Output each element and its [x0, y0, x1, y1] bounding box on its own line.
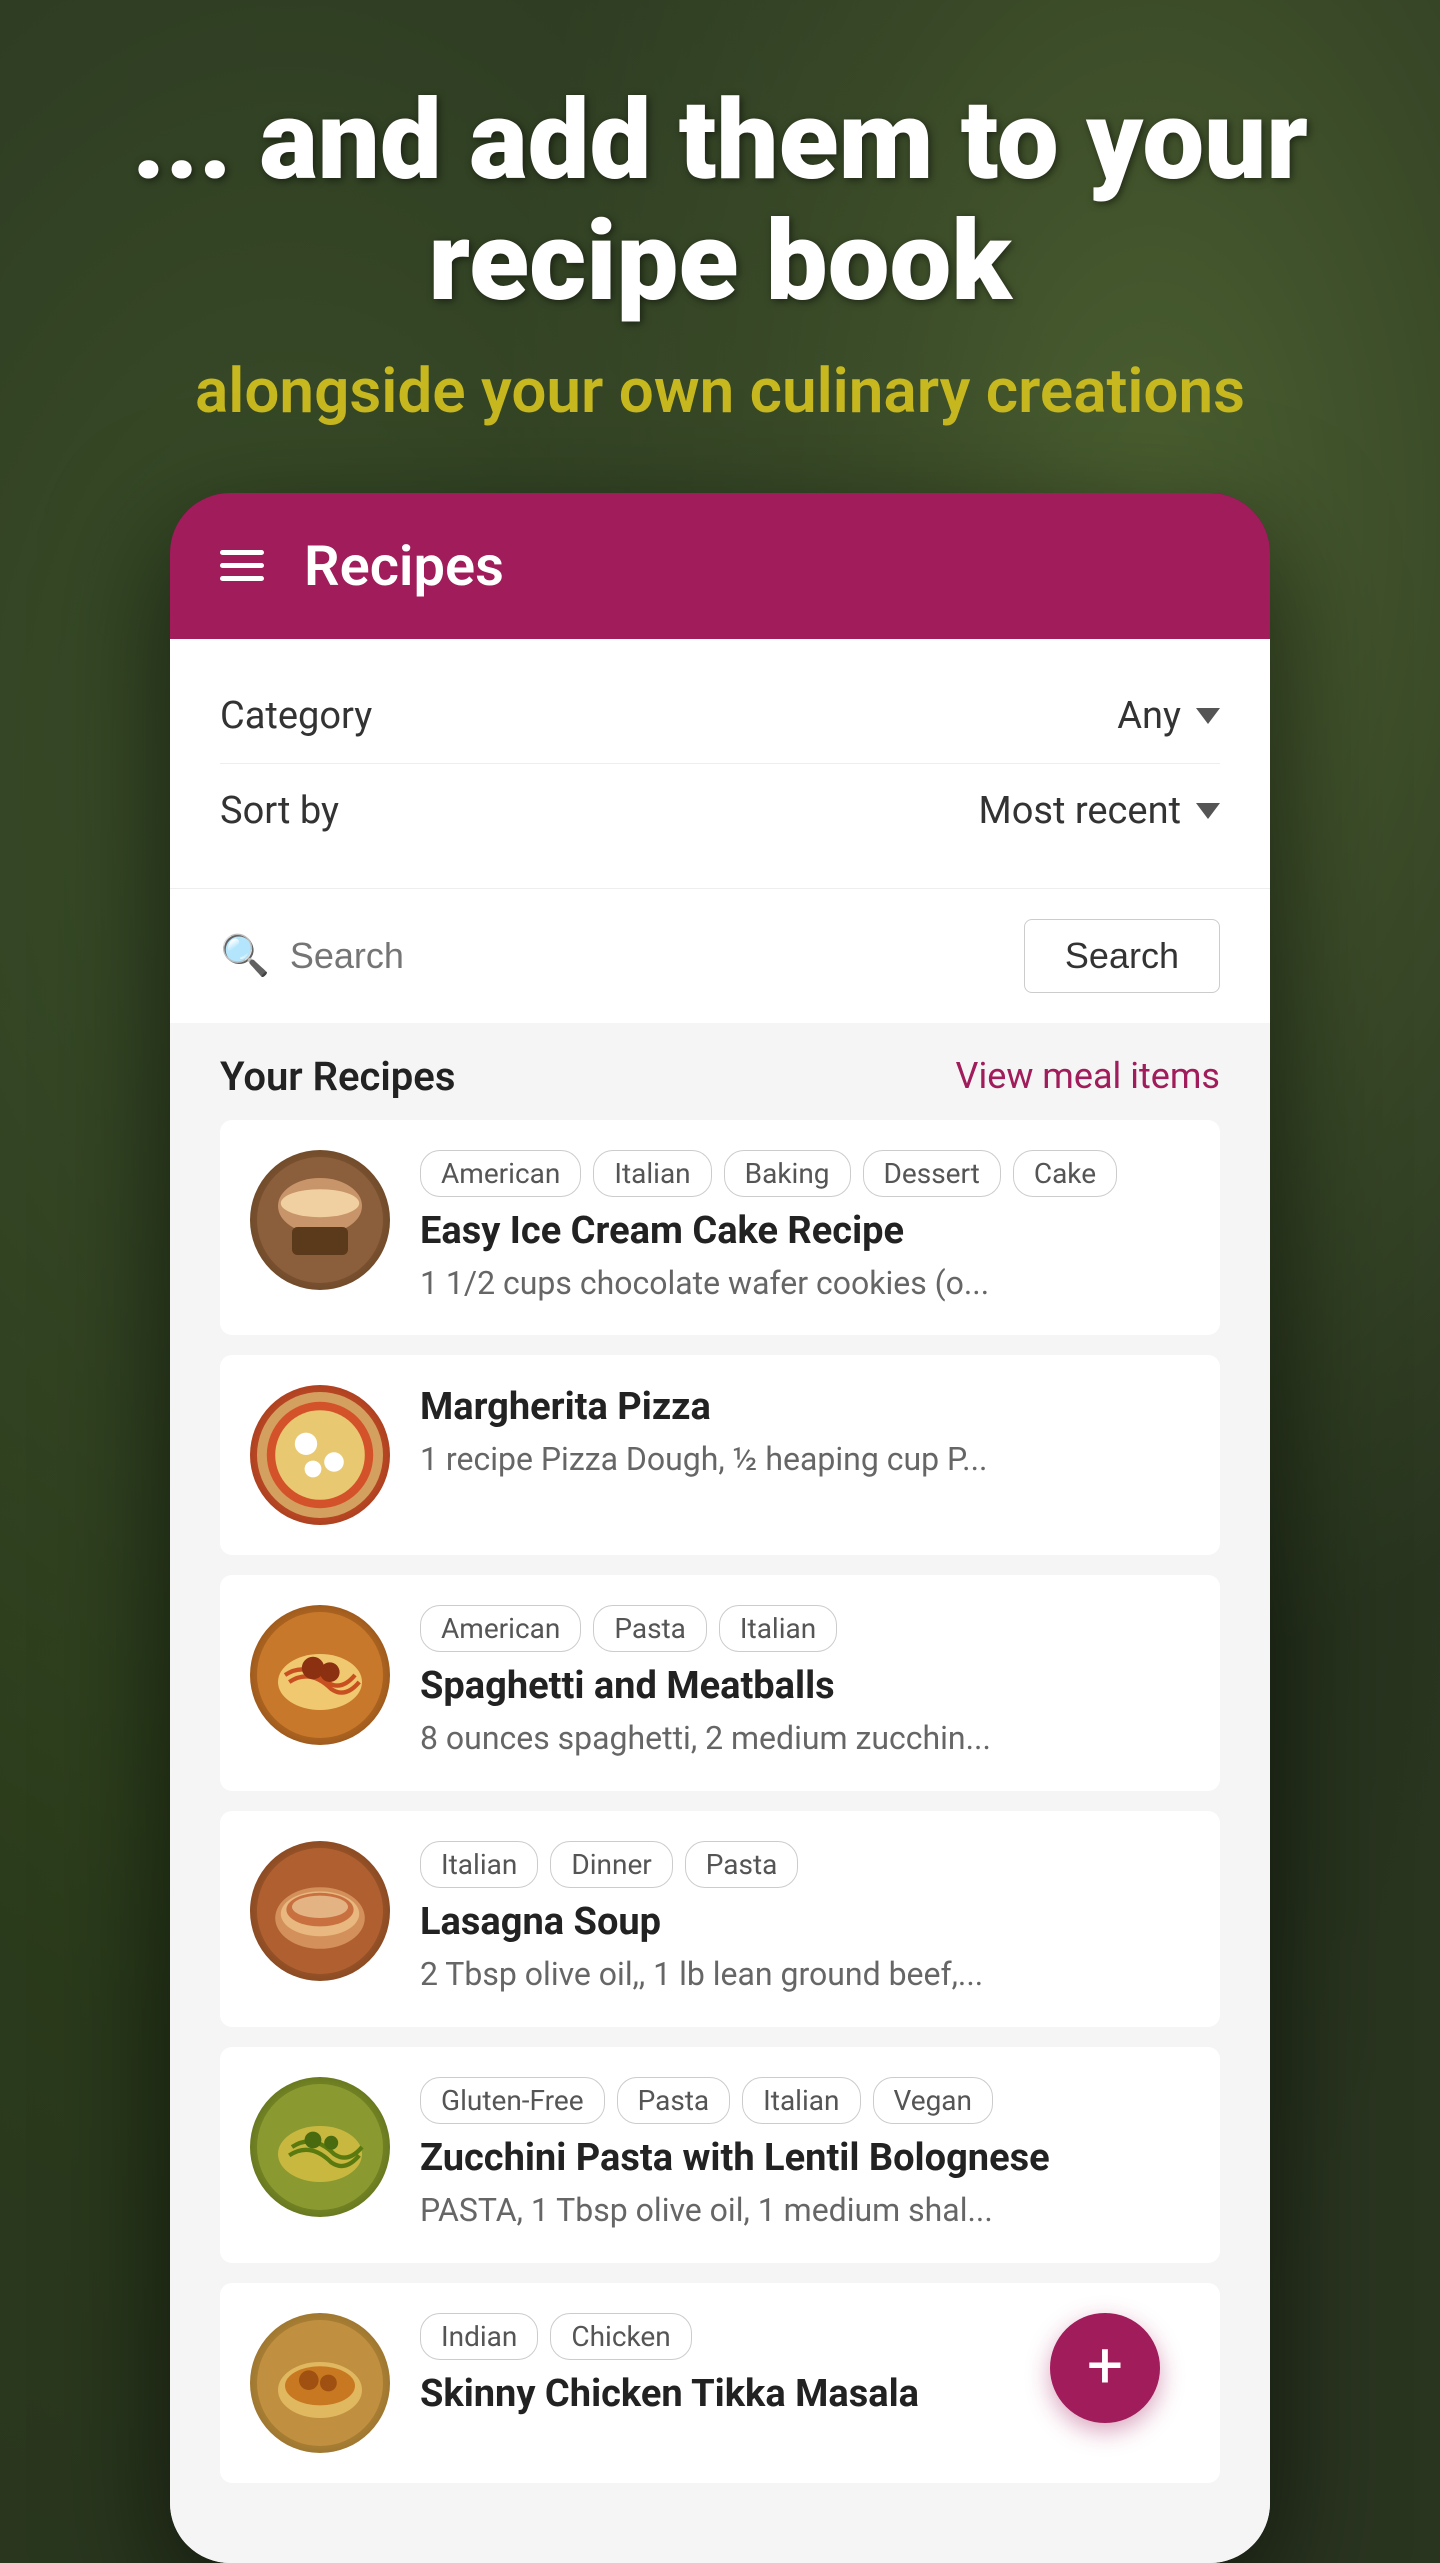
recipe-card-zucchini[interactable]: Gluten-Free Pasta Italian Vegan Zucchini…	[220, 2047, 1220, 2263]
hero-subtitle: alongside your own culinary creations	[60, 352, 1380, 433]
recipe-name-lasagna: Lasagna Soup	[420, 1900, 1190, 1944]
recipes-header: Your Recipes View meal items	[220, 1053, 1220, 1100]
recipe-name-zucchini: Zucchini Pasta with Lentil Bolognese	[420, 2136, 1190, 2180]
app-body: Category Any Sort by Most recent 🔍	[170, 639, 1270, 2563]
tag-italian: Italian	[593, 1150, 711, 1197]
category-select[interactable]: Any	[1117, 694, 1220, 738]
tag-pasta: Pasta	[617, 2077, 731, 2124]
app-header: Recipes	[170, 493, 1270, 639]
sort-filter-row: Sort by Most recent	[220, 764, 1220, 858]
last-card-wrapper: Indian Chicken Skinny Chicken Tikka Masa…	[220, 2283, 1220, 2483]
recipes-section: Your Recipes View meal items	[170, 1023, 1270, 2563]
tag-dinner: Dinner	[550, 1841, 672, 1888]
tag-vegan: Vegan	[873, 2077, 994, 2124]
sort-select[interactable]: Most recent	[979, 789, 1220, 833]
recipe-name-ice-cream-cake: Easy Ice Cream Cake Recipe	[420, 1209, 1190, 1253]
search-icon: 🔍	[220, 932, 270, 979]
recipe-name-spaghetti: Spaghetti and Meatballs	[420, 1664, 1190, 1708]
search-input[interactable]	[290, 935, 1004, 977]
recipe-tags-lasagna: Italian Dinner Pasta	[420, 1841, 1190, 1888]
tag-pasta: Pasta	[685, 1841, 799, 1888]
search-section: 🔍 Search	[170, 888, 1270, 1023]
tag-indian: Indian	[420, 2313, 538, 2360]
tag-dessert: Dessert	[863, 1150, 1001, 1197]
tag-pasta: Pasta	[593, 1605, 707, 1652]
recipe-info-zucchini: Gluten-Free Pasta Italian Vegan Zucchini…	[420, 2077, 1190, 2233]
sort-value: Most recent	[979, 789, 1181, 833]
chevron-down-icon	[1196, 803, 1220, 819]
chevron-down-icon	[1196, 708, 1220, 724]
page-content: ... and add them to your recipe book alo…	[0, 0, 1440, 2563]
recipe-tags-zucchini: Gluten-Free Pasta Italian Vegan	[420, 2077, 1190, 2124]
tag-gluten-free: Gluten-Free	[420, 2077, 605, 2124]
recipe-image-zucchini	[250, 2077, 390, 2217]
recipe-image-lasagna	[250, 1841, 390, 1981]
recipe-card-lasagna[interactable]: Italian Dinner Pasta Lasagna Soup 2 Tbsp…	[220, 1811, 1220, 2027]
recipe-desc-zucchini: PASTA, 1 Tbsp olive oil, 1 medium shal..…	[420, 2188, 1190, 2233]
hero-section: ... and add them to your recipe book alo…	[0, 80, 1440, 433]
recipe-desc-margherita-pizza: 1 recipe Pizza Dough, ½ heaping cup P...	[420, 1437, 1190, 1482]
search-button[interactable]: Search	[1024, 919, 1220, 993]
tag-baking: Baking	[724, 1150, 851, 1197]
category-filter-row: Category Any	[220, 669, 1220, 764]
recipe-image-spaghetti	[250, 1605, 390, 1745]
tag-italian: Italian	[742, 2077, 860, 2124]
category-value: Any	[1117, 694, 1181, 738]
hamburger-menu-button[interactable]	[220, 550, 264, 581]
recipe-image-chicken	[250, 2313, 390, 2453]
tag-italian: Italian	[719, 1605, 837, 1652]
tag-italian: Italian	[420, 1841, 538, 1888]
recipe-card-spaghetti[interactable]: American Pasta Italian Spaghetti and Mea…	[220, 1575, 1220, 1791]
recipe-card-margherita-pizza[interactable]: Margherita Pizza 1 recipe Pizza Dough, ½…	[220, 1355, 1220, 1555]
tag-cake: Cake	[1013, 1150, 1117, 1197]
recipe-info-lasagna: Italian Dinner Pasta Lasagna Soup 2 Tbsp…	[420, 1841, 1190, 1997]
recipe-card-ice-cream-cake[interactable]: American Italian Baking Dessert Cake Eas…	[220, 1120, 1220, 1336]
recipe-tags-ice-cream-cake: American Italian Baking Dessert Cake	[420, 1150, 1190, 1197]
plus-icon: +	[1087, 2334, 1123, 2398]
hero-title: ... and add them to your recipe book	[60, 80, 1380, 322]
view-meal-items-link[interactable]: View meal items	[956, 1055, 1220, 1097]
bottom-padding	[220, 2503, 1220, 2563]
hamburger-line-3	[220, 576, 264, 581]
recipe-info-margherita-pizza: Margherita Pizza 1 recipe Pizza Dough, ½…	[420, 1385, 1190, 1482]
recipe-tags-spaghetti: American Pasta Italian	[420, 1605, 1190, 1652]
recipe-desc-ice-cream-cake: 1 1/2 cups chocolate wafer cookies (o...	[420, 1261, 1190, 1306]
hamburger-line-1	[220, 550, 264, 555]
filter-section: Category Any Sort by Most recent	[170, 639, 1270, 888]
recipe-image-margherita-pizza	[250, 1385, 390, 1525]
app-title: Recipes	[304, 533, 504, 599]
tag-american: American	[420, 1605, 581, 1652]
recipe-info-spaghetti: American Pasta Italian Spaghetti and Mea…	[420, 1605, 1190, 1761]
tag-chicken: Chicken	[550, 2313, 691, 2360]
recipe-desc-spaghetti: 8 ounces spaghetti, 2 medium zucchin...	[420, 1716, 1190, 1761]
recipes-section-title: Your Recipes	[220, 1053, 455, 1100]
recipe-image-ice-cream-cake	[250, 1150, 390, 1290]
recipe-desc-lasagna: 2 Tbsp olive oil,, 1 lb lean ground beef…	[420, 1952, 1190, 1997]
recipe-name-margherita-pizza: Margherita Pizza	[420, 1385, 1190, 1429]
add-recipe-fab[interactable]: +	[1050, 2313, 1160, 2423]
recipe-info-ice-cream-cake: American Italian Baking Dessert Cake Eas…	[420, 1150, 1190, 1306]
phone-mockup: Recipes Category Any Sort by Most recent	[170, 493, 1270, 2563]
hamburger-line-2	[220, 563, 264, 568]
tag-american: American	[420, 1150, 581, 1197]
category-label: Category	[220, 694, 372, 738]
sort-label: Sort by	[220, 789, 339, 833]
